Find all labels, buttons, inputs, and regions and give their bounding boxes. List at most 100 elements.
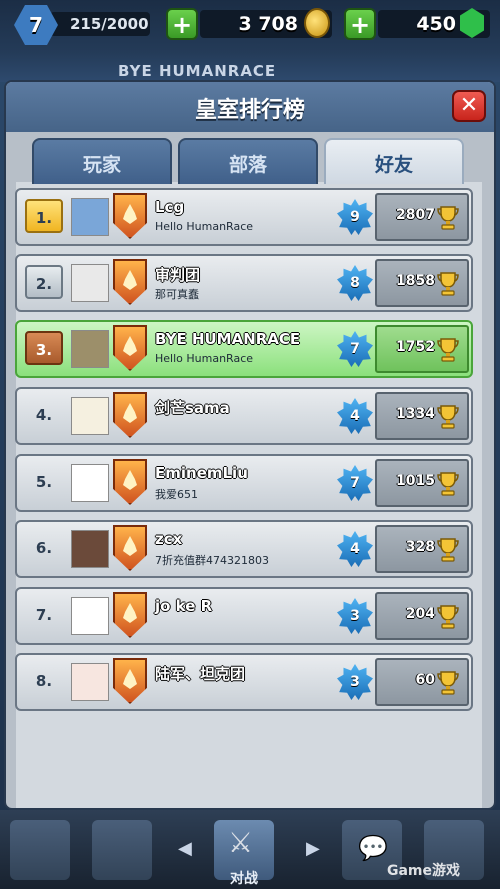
- xp-bar: 215/2000: [50, 12, 150, 36]
- clan-badge-icon: [113, 193, 147, 239]
- add-gems-button[interactable]: +: [344, 8, 376, 40]
- arena-level: 8: [350, 275, 360, 291]
- leaderboard-row[interactable]: 1. Lcg Hello HumanRace 9 2807: [15, 188, 473, 246]
- avatar[interactable]: [71, 530, 109, 568]
- trophy-icon: [437, 338, 459, 362]
- trophy-icon: [437, 671, 459, 695]
- background-clan-strip: BYE HUMANRACE: [0, 52, 500, 82]
- arena-level-icon: 4: [337, 531, 373, 567]
- trophy-icon: [437, 206, 459, 230]
- avatar[interactable]: [71, 663, 109, 701]
- trophy-count: 204: [405, 606, 435, 622]
- leaderboard-row[interactable]: 5. EminemLiu 我爱651 7 1015: [15, 454, 473, 512]
- player-name: jo ke R: [155, 597, 213, 615]
- gold-coin-icon: [304, 8, 330, 38]
- leaderboard-row[interactable]: 4. 剑芒sama 4 1334: [15, 387, 473, 445]
- arena-level-icon: 8: [337, 265, 373, 301]
- trophy-count: 1858: [396, 273, 435, 289]
- leaderboard-row[interactable]: 7. jo ke R 3 204: [15, 587, 473, 645]
- player-clan: Hello HumanRace: [155, 220, 254, 233]
- trophy-box: 1752: [375, 325, 469, 373]
- nav-cards-button[interactable]: [92, 820, 152, 880]
- trophy-count: 328: [405, 539, 435, 555]
- gems-value: 450: [416, 13, 456, 35]
- trophy-box: 1858: [375, 259, 469, 307]
- nav-battle-label: 对战: [230, 871, 258, 887]
- top-status-bar: 215/2000 7 + 3 708 + 450: [0, 0, 500, 52]
- level-value: 7: [29, 13, 43, 37]
- nav-right-arrow-icon[interactable]: ▶: [306, 838, 320, 859]
- clan-badge-icon: [113, 392, 147, 438]
- plus-icon: +: [349, 11, 371, 39]
- close-icon: ✕: [459, 93, 479, 118]
- trophy-icon: [437, 538, 459, 562]
- clan-badge-icon: [113, 592, 147, 638]
- trophy-box: 1015: [375, 459, 469, 507]
- trophy-box: 60: [375, 658, 469, 706]
- arena-level-icon: 7: [337, 331, 373, 367]
- level-badge[interactable]: 7: [14, 5, 58, 45]
- tab-players[interactable]: 玩家: [32, 138, 172, 184]
- rank-badge: 6.: [35, 539, 53, 557]
- trophy-count: 2807: [396, 207, 435, 223]
- rank-badge: 8.: [35, 672, 53, 690]
- player-clan: 我爱651: [155, 488, 198, 501]
- avatar[interactable]: [71, 264, 109, 302]
- chat-icon: 💬: [358, 834, 388, 862]
- arena-level: 7: [350, 475, 360, 491]
- clan-badge-icon: [113, 259, 147, 305]
- player-clan: Hello HumanRace: [155, 352, 254, 365]
- clan-badge-icon: [113, 459, 147, 505]
- arena-level-icon: 7: [337, 465, 373, 501]
- trophy-icon: [437, 605, 459, 629]
- trophy-box: 1334: [375, 392, 469, 440]
- trophy-box: 328: [375, 525, 469, 573]
- trophy-icon: [437, 405, 459, 429]
- panel-header: 皇室排行榜 ✕: [6, 82, 494, 132]
- player-name: EminemLiu: [155, 464, 248, 482]
- xp-value: 215/2000: [70, 15, 149, 33]
- add-gold-button[interactable]: +: [166, 8, 198, 40]
- tab-friends[interactable]: 好友: [324, 138, 464, 184]
- player-clan: 那可真蠢: [155, 288, 199, 301]
- clan-badge-icon: [113, 525, 147, 571]
- avatar[interactable]: [71, 397, 109, 435]
- avatar[interactable]: [71, 597, 109, 635]
- arena-level: 7: [350, 341, 360, 357]
- avatar[interactable]: [71, 330, 109, 368]
- close-button[interactable]: ✕: [452, 90, 486, 122]
- trophy-icon: [437, 272, 459, 296]
- arena-level: 4: [350, 408, 360, 424]
- avatar[interactable]: [71, 464, 109, 502]
- leaderboard-row[interactable]: 3. BYE HUMANRACE Hello HumanRace 7 1752: [15, 320, 473, 378]
- leaderboard-row[interactable]: 8. 陆军、坦克团 3 60: [15, 653, 473, 711]
- clan-badge-icon: [113, 325, 147, 371]
- tab-clans[interactable]: 部落: [178, 138, 318, 184]
- panel-title: 皇室排行榜: [194, 98, 305, 123]
- arena-level-icon: 9: [337, 199, 373, 235]
- rank-badge: 7.: [35, 606, 53, 624]
- player-name: zcx: [155, 530, 183, 548]
- trophy-icon: [437, 472, 459, 496]
- crossed-swords-icon: ⚔: [228, 826, 254, 859]
- clan-badge-icon: [113, 658, 147, 704]
- arena-level: 4: [350, 541, 360, 557]
- leaderboard-row[interactable]: 6. zcx 7折充值群474321803 4 328: [15, 520, 473, 578]
- arena-level: 9: [350, 209, 360, 225]
- rank-badge: 4.: [35, 406, 53, 424]
- gold-value: 3 708: [238, 13, 299, 35]
- rank-badge: 5.: [35, 473, 53, 491]
- player-name: BYE HUMANRACE: [155, 330, 301, 348]
- background-clan-name: BYE HUMANRACE: [118, 62, 277, 80]
- arena-level-icon: 3: [337, 664, 373, 700]
- leaderboard-row[interactable]: 2. 审判团 那可真蠢 8 1858: [15, 254, 473, 312]
- nav-shop-button[interactable]: [10, 820, 70, 880]
- arena-level: 3: [350, 608, 360, 624]
- avatar[interactable]: [71, 198, 109, 236]
- watermark: Game游戏: [386, 863, 460, 879]
- bottom-navigation: ◀ ⚔ 对战 ▶ 💬 Game游戏: [0, 810, 500, 889]
- player-name: 剑芒sama: [155, 399, 230, 417]
- nav-left-arrow-icon[interactable]: ◀: [178, 838, 192, 859]
- arena-level-icon: 4: [337, 398, 373, 434]
- rank-badge: 1.: [25, 199, 63, 233]
